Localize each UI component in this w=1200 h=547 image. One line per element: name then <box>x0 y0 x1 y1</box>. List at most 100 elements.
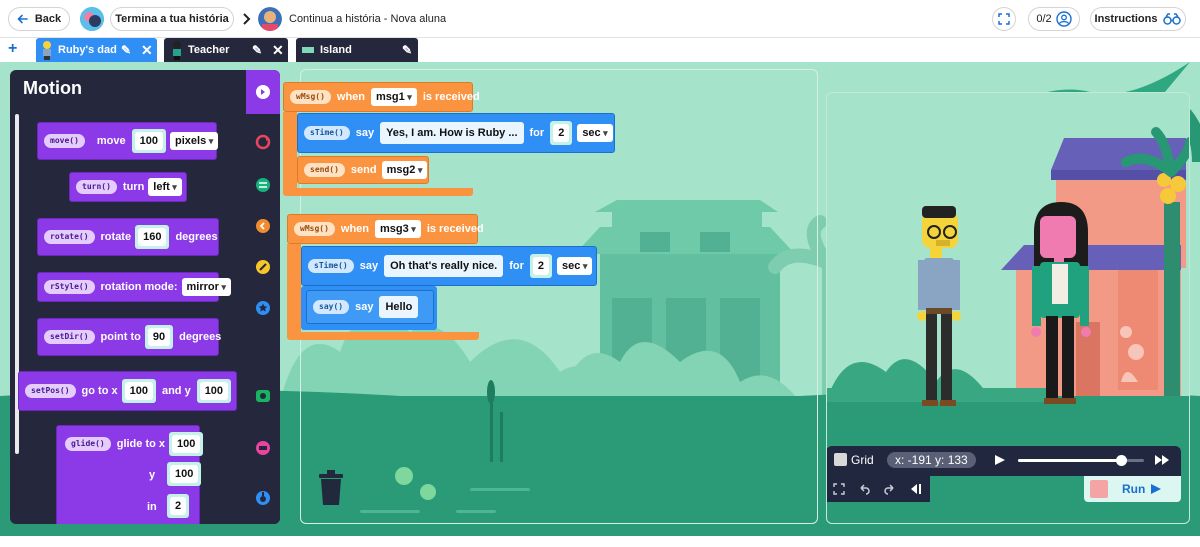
time-unit-dropdown[interactable]: sec <box>557 257 593 275</box>
grid-checkbox[interactable] <box>834 453 847 466</box>
arrow-left-icon <box>17 14 28 24</box>
script2-say2-block[interactable]: say() say Hello <box>306 290 434 324</box>
collapse-stage-icon[interactable] <box>908 483 922 495</box>
instructions-button[interactable]: Instructions <box>1090 7 1186 31</box>
tab-label: Teacher <box>188 44 230 56</box>
user-icon <box>1055 11 1072 27</box>
progress-count: 0/2 <box>1036 13 1052 25</box>
glide-x-input[interactable]: 100 <box>172 435 201 453</box>
bottom-strip <box>0 536 1200 547</box>
script1-hat-block[interactable]: wMsg() when msg1 is received <box>283 82 480 112</box>
script1-say-block[interactable]: sTime() say Yes, I am. How is Ruby ... f… <box>297 113 615 153</box>
category-sound[interactable] <box>246 206 280 246</box>
say2-text-input[interactable]: Hello <box>379 296 419 318</box>
close-icon[interactable]: ✕ <box>272 42 284 59</box>
category-motion[interactable] <box>246 70 280 114</box>
rotate-degrees-input[interactable]: 160 <box>138 228 167 246</box>
message-dropdown[interactable]: msg3 <box>375 220 421 238</box>
palette-title: Motion <box>23 78 82 98</box>
sensing-icon <box>256 390 270 402</box>
sprite-thumb-icon <box>43 41 51 60</box>
category-operators[interactable] <box>246 165 280 205</box>
rotation-mode-dropdown[interactable]: mirror <box>181 278 231 296</box>
pen-icon <box>256 260 270 274</box>
add-sprite-button[interactable]: + <box>8 40 17 58</box>
stop-button[interactable] <box>1090 480 1108 498</box>
script2-hat-block[interactable]: wMsg() when msg3 is received <box>287 214 484 244</box>
category-events[interactable] <box>246 478 280 518</box>
script1-send-block[interactable]: send() send msg2 <box>297 156 429 184</box>
fast-forward-icon[interactable] <box>1154 454 1170 466</box>
back-button[interactable]: Back <box>8 7 70 31</box>
tab-label: Island <box>320 44 352 56</box>
back-label: Back <box>34 13 62 25</box>
volume-slider-knob[interactable] <box>1116 455 1128 466</box>
block-glide[interactable]: glide() glide to x 100 y 100 in 2 <box>56 425 204 524</box>
block-turn[interactable]: turn() turn left <box>69 172 187 202</box>
category-pen[interactable] <box>246 247 280 287</box>
close-icon[interactable]: ✕ <box>141 42 153 59</box>
redo-icon[interactable] <box>884 483 896 495</box>
variables-icon <box>256 441 270 455</box>
coords-readout: x: -191 y: 133 <box>887 452 976 468</box>
move-unit-dropdown[interactable]: pixels <box>170 132 219 150</box>
move-steps-input[interactable]: 100 <box>134 132 164 150</box>
play-icon[interactable] <box>994 454 1006 466</box>
operators-icon <box>256 178 270 192</box>
category-looks[interactable] <box>246 288 280 328</box>
script1-foot <box>283 188 473 196</box>
tab-teacher[interactable]: Teacher ✎ ✕ <box>164 38 288 62</box>
block-rotate[interactable]: rotate() rotate 160 degrees <box>37 218 219 256</box>
activity-title: Continua a história - Nova aluna <box>289 13 447 25</box>
volume-slider-fill <box>1018 459 1122 462</box>
undo-icon[interactable] <box>858 483 870 495</box>
category-sensing[interactable] <box>246 376 280 416</box>
say-seconds-input[interactable]: 2 <box>553 124 570 142</box>
project-title-pill[interactable]: Termina a tua história <box>110 7 234 31</box>
say-seconds-input[interactable]: 2 <box>532 257 550 275</box>
expand-icon <box>998 13 1010 25</box>
sprite-thumb-icon <box>173 41 181 60</box>
block-set-direction[interactable]: setDir() point to 90 degrees <box>37 318 221 356</box>
message-dropdown[interactable]: msg1 <box>371 88 417 106</box>
chevron-right-icon <box>243 13 251 25</box>
setpos-x-input[interactable]: 100 <box>124 382 153 400</box>
glide-seconds-input[interactable]: 2 <box>170 497 187 515</box>
edit-icon[interactable]: ✎ <box>252 43 262 57</box>
tab-label: Ruby's dad <box>58 44 117 56</box>
say-text-input[interactable]: Yes, I am. How is Ruby ... <box>380 122 524 144</box>
say-text-input[interactable]: Oh that's really nice. <box>384 255 504 277</box>
category-variables[interactable] <box>246 428 280 468</box>
run-label: Run <box>1122 482 1146 496</box>
run-button[interactable]: Run <box>1084 476 1181 502</box>
activity-avatar <box>258 7 282 31</box>
fullscreen-icon[interactable] <box>833 483 845 495</box>
tab-rubys-dad[interactable]: Ruby's dad ✎ ✕ <box>36 38 157 62</box>
backdrop-thumb-icon <box>302 47 314 53</box>
block-set-position[interactable]: setPos() go to x 100 and y 100 <box>18 371 237 411</box>
send-message-dropdown[interactable]: msg2 <box>381 161 428 179</box>
edit-icon[interactable]: ✎ <box>121 43 131 57</box>
category-control[interactable] <box>246 122 280 162</box>
script2-body <box>287 244 301 334</box>
time-unit-dropdown[interactable]: sec <box>577 124 613 142</box>
glide-y-input[interactable]: 100 <box>170 465 199 483</box>
block-rotation-style[interactable]: rStyle() rotation mode: mirror <box>37 272 231 302</box>
motion-category-icon <box>256 85 270 99</box>
stage-tool-bar <box>826 476 930 502</box>
turn-direction-dropdown[interactable]: left <box>148 178 182 196</box>
block-move[interactable]: move() move 100 pixels <box>37 122 219 160</box>
script2-say-block[interactable]: sTime() say Oh that's really nice. for 2… <box>301 246 597 286</box>
progress-pill[interactable]: 0/2 <box>1028 7 1080 31</box>
fullscreen-button[interactable] <box>992 7 1016 31</box>
setpos-y-input[interactable]: 100 <box>199 382 229 400</box>
top-bar: Back Termina a tua história Continua a h… <box>0 0 1200 38</box>
category-bar <box>246 70 280 524</box>
stage-scene <box>826 92 1190 446</box>
edit-icon[interactable]: ✎ <box>402 43 412 57</box>
direction-input[interactable]: 90 <box>147 328 171 346</box>
tab-island[interactable]: Island ✎ <box>296 38 418 62</box>
sound-icon <box>256 219 270 233</box>
trash-icon[interactable] <box>316 468 346 508</box>
volume-slider[interactable] <box>1018 455 1144 466</box>
